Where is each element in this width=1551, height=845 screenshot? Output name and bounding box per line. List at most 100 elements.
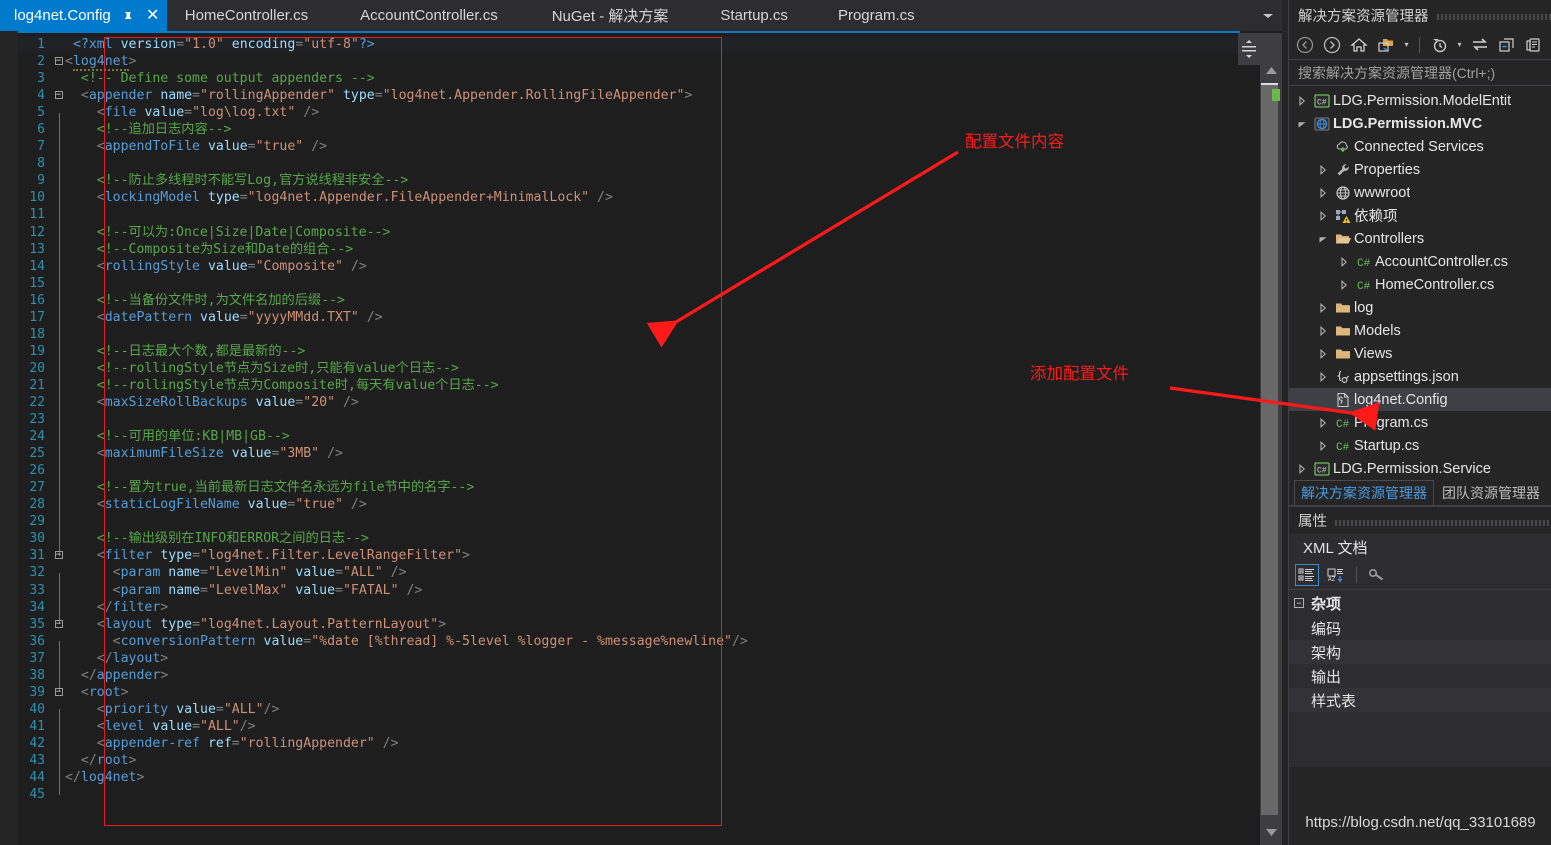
code-fold-toggle-icon[interactable]: − xyxy=(52,547,65,564)
code-line[interactable]: 15 xyxy=(18,275,1240,301)
code-text-area[interactable]: 1 <?xml version="1.0" encoding="utf-8"?>… xyxy=(18,31,1240,845)
code-line[interactable]: 32 <param name="LevelMin" value="ALL" /> xyxy=(18,564,1240,591)
code-line[interactable]: 41 <level value="ALL"/> xyxy=(18,718,1240,744)
solution-tree[interactable]: C# LDG.Permission.ModelEntit LDG.Permissio… xyxy=(1289,86,1551,482)
editor-splitter-handle[interactable] xyxy=(1238,33,1260,65)
code-line[interactable]: 16 <!--当备份文件时,为文件名加的后缀--> xyxy=(18,292,1240,318)
code-line[interactable]: 35− <layout type="log4net.Layout.Pattern… xyxy=(18,616,1240,633)
code-line[interactable]: 14 <rollingStyle value="Composite" /> xyxy=(18,258,1240,284)
property-row[interactable]: 输出 xyxy=(1289,664,1551,688)
code-line[interactable]: 5 <file value="log\log.txt" /> xyxy=(18,104,1240,130)
tab-solution-explorer[interactable]: 解决方案资源管理器 xyxy=(1294,480,1434,505)
chevron-right-icon[interactable] xyxy=(1293,463,1311,474)
tree-item-ldg-permission-modelentit[interactable]: C# LDG.Permission.ModelEntit xyxy=(1289,89,1551,112)
code-fold-toggle-icon[interactable]: − xyxy=(52,684,65,701)
tab-homecontroller[interactable]: HomeController.cs xyxy=(167,0,338,31)
scrollbar-thumb[interactable] xyxy=(1261,85,1278,815)
code-line[interactable]: 3 <!-- Define some output appenders --> xyxy=(18,70,1240,87)
chevron-right-icon[interactable] xyxy=(1314,440,1332,451)
code-line[interactable]: 19 <!--日志最大个数,都是最新的--> xyxy=(18,343,1240,369)
tab-log4net-config[interactable]: log4net.Config ✕ xyxy=(0,0,167,31)
pending-changes-icon[interactable] xyxy=(1428,34,1450,56)
code-line[interactable]: 1 <?xml version="1.0" encoding="utf-8"?> xyxy=(18,36,1240,54)
code-line[interactable]: 13 <!--Composite为Size和Date的组合--> xyxy=(18,241,1240,267)
tab-startup[interactable]: Startup.cs xyxy=(698,0,818,31)
chevron-right-icon[interactable] xyxy=(1314,164,1332,175)
pin-icon[interactable] xyxy=(120,8,136,24)
code-line[interactable]: 11 xyxy=(18,206,1240,233)
code-line[interactable]: 24 <!--可用的单位:KB|MB|GB--> xyxy=(18,428,1240,454)
code-line[interactable]: 42 <appender-ref ref="rollingAppender" /… xyxy=(18,735,1240,761)
properties-object-selector[interactable]: XML 文档 xyxy=(1289,534,1551,560)
code-line[interactable]: 25 <maximumFileSize value="3MB" /> xyxy=(18,445,1240,471)
chevron-down-icon[interactable] xyxy=(1293,119,1311,129)
forward-icon[interactable] xyxy=(1321,34,1343,56)
categorized-view-icon[interactable] xyxy=(1295,563,1319,586)
tree-item-startup-cs[interactable]: C# Startup.cs xyxy=(1289,434,1551,457)
tab-team-explorer[interactable]: 团队资源管理器 xyxy=(1436,481,1546,505)
pending-dropdown-caret-icon[interactable]: ▾ xyxy=(1455,40,1464,49)
property-row[interactable]: 架构 xyxy=(1289,640,1551,664)
code-line[interactable]: 43 </root> xyxy=(18,752,1240,778)
code-line[interactable]: 10 <lockingModel type="log4net.Appender.… xyxy=(18,189,1240,215)
tree-item-controllers[interactable]: Controllers xyxy=(1289,227,1551,250)
code-line[interactable]: 29 xyxy=(18,513,1240,539)
chevron-right-icon[interactable] xyxy=(1293,95,1311,106)
tree-item-connected-services[interactable]: Connected Services xyxy=(1289,135,1551,158)
tree-item-accountcontroller-cs[interactable]: C# AccountController.cs xyxy=(1289,250,1551,273)
code-line[interactable]: 36 <conversionPattern value="%date [%thr… xyxy=(18,633,1240,659)
tree-item-models[interactable]: Models xyxy=(1289,319,1551,342)
chevron-right-icon[interactable] xyxy=(1314,371,1332,382)
tab-program[interactable]: Program.cs xyxy=(818,0,929,31)
chevron-right-icon[interactable] xyxy=(1314,210,1332,221)
tree-item-homecontroller-cs[interactable]: C# HomeController.cs xyxy=(1289,273,1551,296)
code-line[interactable]: 28 <staticLogFileName value="true" /> xyxy=(18,496,1240,522)
tree-item-ldg-permission-mvc[interactable]: LDG.Permission.MVC xyxy=(1289,112,1551,135)
code-line[interactable]: 40 <priority value="ALL"/> xyxy=(18,701,1240,727)
tree-item-properties[interactable]: Properties xyxy=(1289,158,1551,181)
sync-dropdown-caret-icon[interactable]: ▾ xyxy=(1402,40,1411,49)
code-line[interactable]: 44 </log4net> xyxy=(18,769,1240,795)
property-row[interactable]: 编码 xyxy=(1289,616,1551,640)
property-pages-icon[interactable] xyxy=(1365,564,1389,586)
collapse-group-icon[interactable]: − xyxy=(1294,598,1304,608)
home-icon[interactable] xyxy=(1348,34,1370,56)
code-line[interactable]: 37 </layout> xyxy=(18,650,1240,676)
code-line[interactable]: 12 <!--可以为:Once|Size|Date|Composite--> xyxy=(18,224,1240,250)
code-line[interactable]: 26 xyxy=(18,462,1240,488)
code-fold-toggle-icon[interactable]: − xyxy=(52,53,65,70)
property-row[interactable]: 样式表 xyxy=(1289,688,1551,712)
code-line[interactable]: 30 <!--输出级别在INFO和ERROR之间的日志--> xyxy=(18,530,1240,556)
scroll-down-arrow-icon[interactable] xyxy=(1260,823,1282,841)
tab-nuget[interactable]: NuGet - 解决方案 xyxy=(528,0,699,31)
tree-item-[interactable]: 依赖项 xyxy=(1289,204,1551,227)
chevron-right-icon[interactable] xyxy=(1314,187,1332,198)
close-icon[interactable]: ✕ xyxy=(145,7,161,24)
tab-accountcontroller[interactable]: AccountController.cs xyxy=(338,0,528,31)
chevron-right-icon[interactable] xyxy=(1335,256,1353,267)
back-icon[interactable] xyxy=(1294,34,1316,56)
code-line[interactable]: 31− <filter type="log4net.Filter.LevelRa… xyxy=(18,547,1240,564)
code-line[interactable]: 4− <appender name="rollingAppender" type… xyxy=(18,87,1240,104)
code-line[interactable]: 9 <!--防止多线程时不能写Log,官方说线程非安全--> xyxy=(18,172,1240,198)
tree-item-log4net-config[interactable]: log4net.Config xyxy=(1289,388,1551,411)
code-line[interactable]: 18 xyxy=(18,326,1240,352)
properties-icon[interactable] xyxy=(1523,34,1545,56)
switch-views-icon[interactable] xyxy=(1469,34,1491,56)
code-line[interactable]: 38 </appender> xyxy=(18,667,1240,693)
chevron-right-icon[interactable] xyxy=(1314,325,1332,336)
code-line[interactable]: 34 </filter> xyxy=(18,599,1240,625)
code-line[interactable]: 39− <root> xyxy=(18,684,1240,701)
solution-explorer-search-input[interactable]: 搜索解决方案资源管理器(Ctrl+;) xyxy=(1289,60,1551,86)
chevron-right-icon[interactable] xyxy=(1335,279,1353,290)
code-fold-toggle-icon[interactable]: − xyxy=(52,616,65,633)
tree-item-program-cs[interactable]: C# Program.cs xyxy=(1289,411,1551,434)
properties-group-header[interactable]: − 杂项 xyxy=(1289,590,1551,616)
alphabetical-view-icon[interactable]: AZ xyxy=(1324,564,1348,586)
code-line[interactable]: 17 <datePattern value="yyyyMMdd.TXT" /> xyxy=(18,309,1240,335)
code-line[interactable]: 2− <log4net> xyxy=(18,53,1240,72)
chevron-down-icon[interactable] xyxy=(1314,234,1332,244)
editor-vertical-scrollbar[interactable] xyxy=(1260,33,1282,845)
code-line[interactable]: 27 <!--置为true,当前最新日志文件名永远为file节中的名字--> xyxy=(18,479,1240,505)
chevron-right-icon[interactable] xyxy=(1314,348,1332,359)
